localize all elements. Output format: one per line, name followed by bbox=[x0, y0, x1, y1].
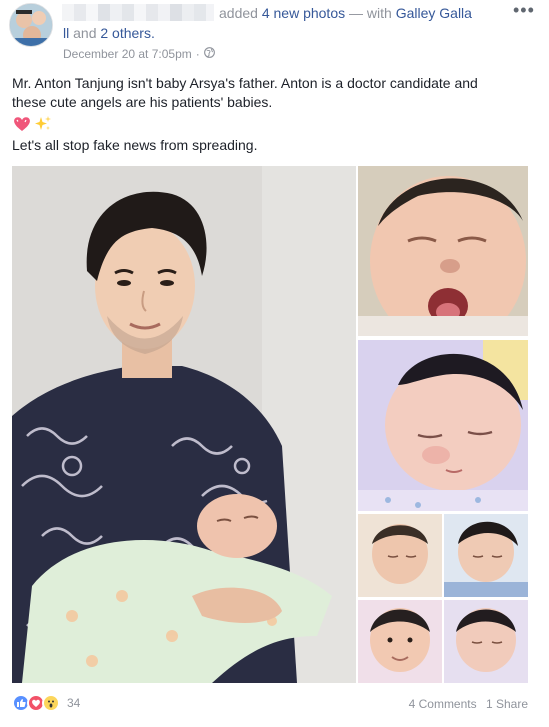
post-text-line-3: Let's all stop fake news from spreading. bbox=[12, 137, 258, 153]
photos-link[interactable]: 4 new photos bbox=[262, 5, 345, 21]
facebook-post: added 4 new photos — with Galley Galla l… bbox=[0, 0, 549, 727]
sparkling-heart-icon bbox=[12, 115, 32, 135]
reaction-count: 34 bbox=[67, 696, 81, 710]
post-header-line-2: ll and 2 others. bbox=[63, 25, 155, 41]
action-text: added bbox=[219, 5, 258, 21]
others-link[interactable]: 2 others. bbox=[100, 25, 154, 41]
sleeping-baby-photo[interactable] bbox=[358, 340, 528, 511]
blurred-author-name bbox=[62, 4, 214, 21]
post-text-line-2: these cute angels are his patients' babi… bbox=[12, 94, 273, 110]
post-meta: December 20 at 7:05pm · bbox=[63, 47, 215, 61]
with-text: — with bbox=[349, 5, 392, 21]
emoji-row bbox=[12, 115, 53, 135]
and-text: and bbox=[73, 25, 97, 41]
yawning-baby-photo[interactable] bbox=[358, 166, 528, 336]
comments-link[interactable]: 4 Comments bbox=[409, 697, 477, 711]
post-text: Mr. Anton Tanjung isn't baby Arsya's fat… bbox=[12, 74, 537, 112]
baby-collage-photo[interactable] bbox=[358, 514, 528, 683]
man-holding-baby-photo[interactable] bbox=[12, 166, 356, 683]
post-text-line-1: Mr. Anton Tanjung isn't baby Arsya's fat… bbox=[12, 75, 478, 91]
globe-icon[interactable] bbox=[203, 47, 215, 61]
profile-avatar[interactable] bbox=[9, 3, 53, 47]
engagement-links: 4 Comments 1 Share bbox=[409, 697, 528, 711]
tagged-user-link-continued[interactable]: ll bbox=[63, 25, 69, 41]
shares-link[interactable]: 1 Share bbox=[486, 697, 528, 711]
wow-icon bbox=[42, 694, 60, 712]
reactions-summary[interactable]: 34 bbox=[12, 694, 80, 712]
more-options-button[interactable]: ••• bbox=[513, 1, 535, 19]
post-header-line: added 4 new photos — with Galley Galla bbox=[219, 5, 472, 21]
tagged-user-link[interactable]: Galley Galla bbox=[396, 5, 472, 21]
timestamp-link[interactable]: December 20 at 7:05pm bbox=[63, 47, 192, 61]
meta-separator: · bbox=[195, 47, 200, 61]
sparkles-icon bbox=[33, 115, 53, 135]
